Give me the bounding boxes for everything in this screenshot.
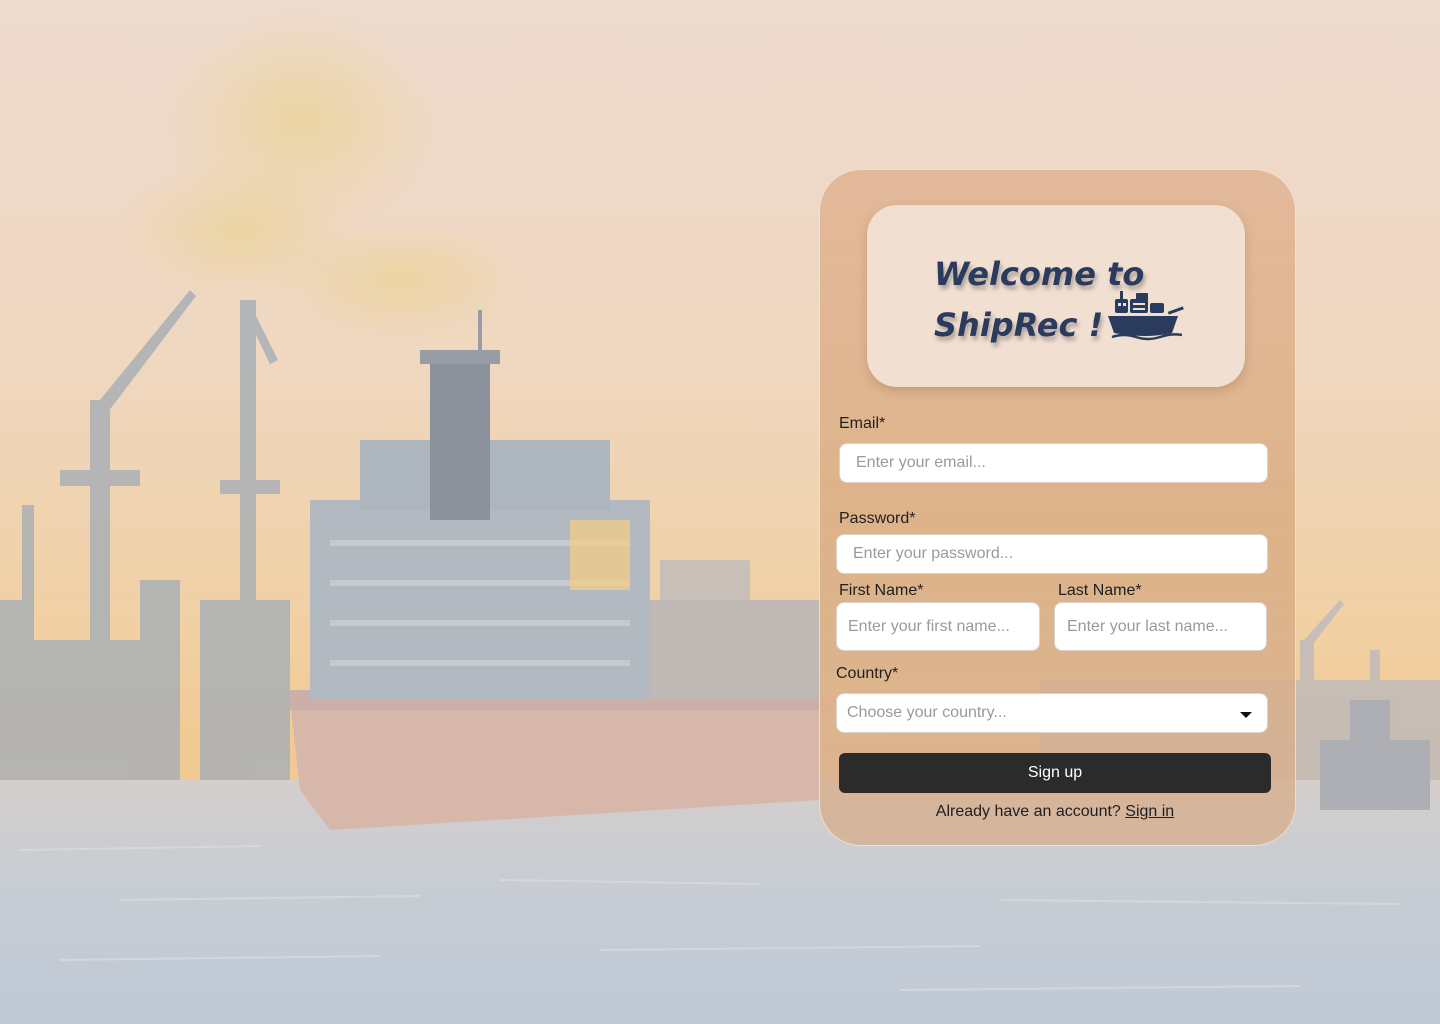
signup-card: Welcome to ShipRec ! Email* Enter your e… [819,169,1296,846]
welcome-banner: Welcome to ShipRec ! [867,205,1245,387]
country-label: Country* [836,665,899,682]
first-name-placeholder: Enter your first name... [848,617,1010,635]
password-placeholder: Enter your password... [853,545,1014,562]
signup-button[interactable]: Sign up [839,753,1271,793]
email-label: Email* [839,415,886,432]
last-name-placeholder: Enter your last name... [1067,617,1228,635]
password-field[interactable]: Enter your password... [836,534,1268,574]
chevron-down-icon [1240,712,1252,718]
last-name-field[interactable]: Enter your last name... [1054,602,1267,651]
country-placeholder: Choose your country... [847,704,1007,721]
cargo-ship-icon [1106,289,1186,343]
signin-prompt: Already have an account? Sign in [820,803,1290,821]
first-name-field[interactable]: Enter your first name... [836,602,1040,651]
email-placeholder: Enter your email... [856,454,986,471]
email-field[interactable]: Enter your email... [839,443,1268,483]
signin-link[interactable]: Sign in [1125,803,1174,820]
first-name-label: First Name* [839,582,924,599]
signin-prompt-text: Already have an account? [935,803,1121,820]
password-label: Password* [839,510,916,527]
last-name-label: Last Name* [1058,582,1142,599]
country-select[interactable]: Choose your country... [836,693,1268,733]
